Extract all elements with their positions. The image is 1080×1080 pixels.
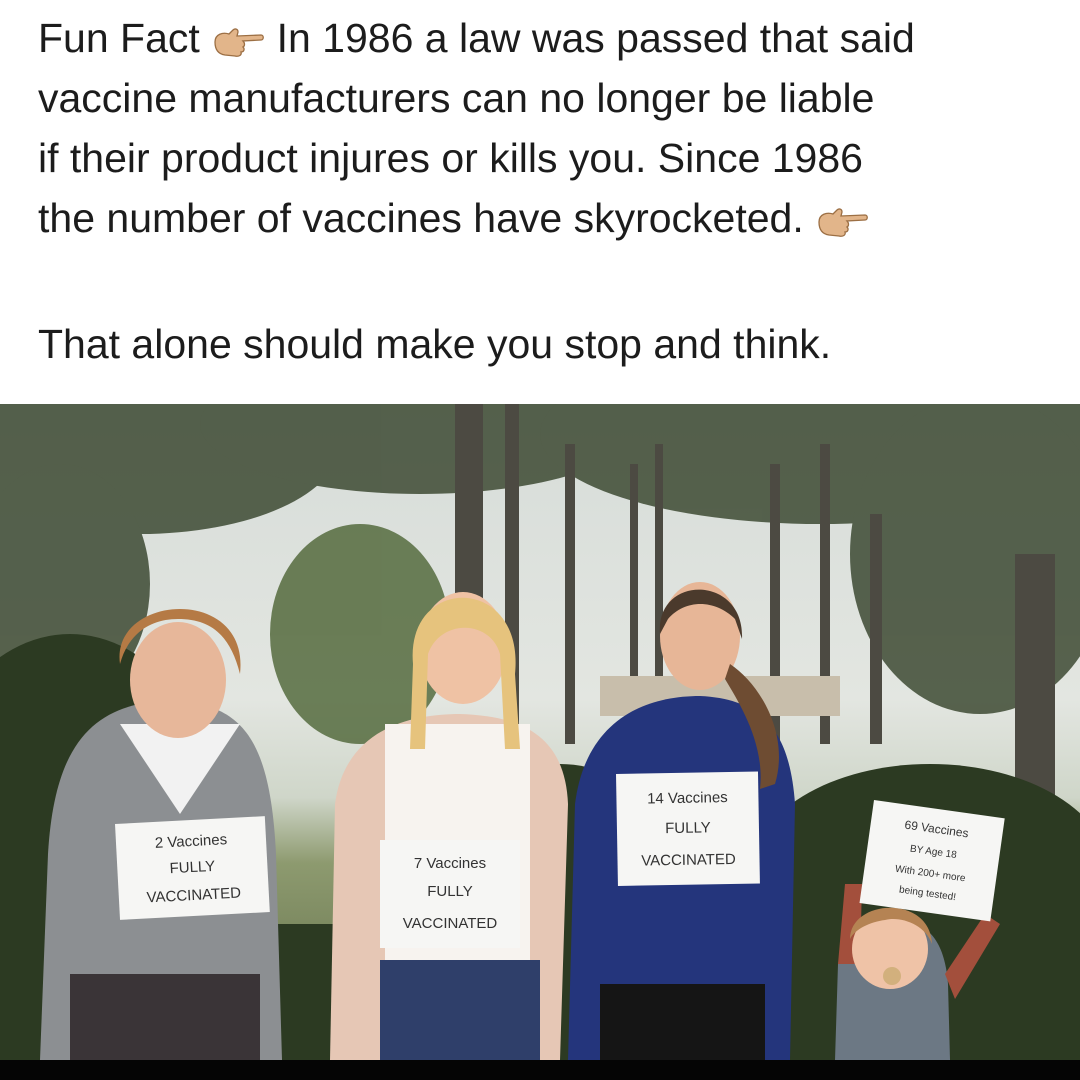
post-line-5: That alone should make you stop and thin… xyxy=(38,321,832,367)
post-text: Fun Fact In 1986 a law was passed that s… xyxy=(38,8,1048,374)
post-line-3: if their product injures or kills you. S… xyxy=(38,135,863,181)
sign-7-vaccines: 7 Vaccines FULLY VACCINATED xyxy=(380,840,520,948)
pointing-hand-right-icon xyxy=(211,22,265,58)
fun-fact-text: In 1986 a law was passed that said xyxy=(276,15,915,61)
sign-2-vaccines: 2 Vaccines FULLY VACCINATED xyxy=(115,816,270,920)
sign-2-line-1: 7 Vaccines xyxy=(414,855,486,872)
sign-2-line-2: FULLY xyxy=(427,883,473,900)
post-line-2: vaccine manufacturers can no longer be l… xyxy=(38,75,875,121)
family-photo-drawing: 2 Vaccines FULLY VACCINATED 7 Vaccines F… xyxy=(0,404,1080,1060)
sign-1-line-2: FULLY xyxy=(169,858,215,877)
post-line-4: the number of vaccines have skyrocketed. xyxy=(38,188,1048,248)
fun-fact-label: Fun Fact xyxy=(38,15,200,61)
sign-3-line-2: FULLY xyxy=(665,819,711,837)
sign-2-line-3: VACCINATED xyxy=(403,915,498,932)
sign-69-vaccines: 69 Vaccines BY Age 18 With 200+ more bei… xyxy=(859,800,1005,922)
post-line-1: Fun Fact In 1986 a law was passed that s… xyxy=(38,8,1048,68)
bottom-bar xyxy=(0,1060,1080,1080)
pointing-hand-right-icon xyxy=(815,202,869,238)
sign-3-line-1: 14 Vaccines xyxy=(647,789,728,807)
sign-14-vaccines: 14 Vaccines FULLY VACCINATED xyxy=(616,771,760,886)
family-photo: 2 Vaccines FULLY VACCINATED 7 Vaccines F… xyxy=(0,404,1080,1060)
sign-3-line-3: VACCINATED xyxy=(641,851,736,870)
skyrocketed-text: the number of vaccines have skyrocketed. xyxy=(38,195,804,241)
